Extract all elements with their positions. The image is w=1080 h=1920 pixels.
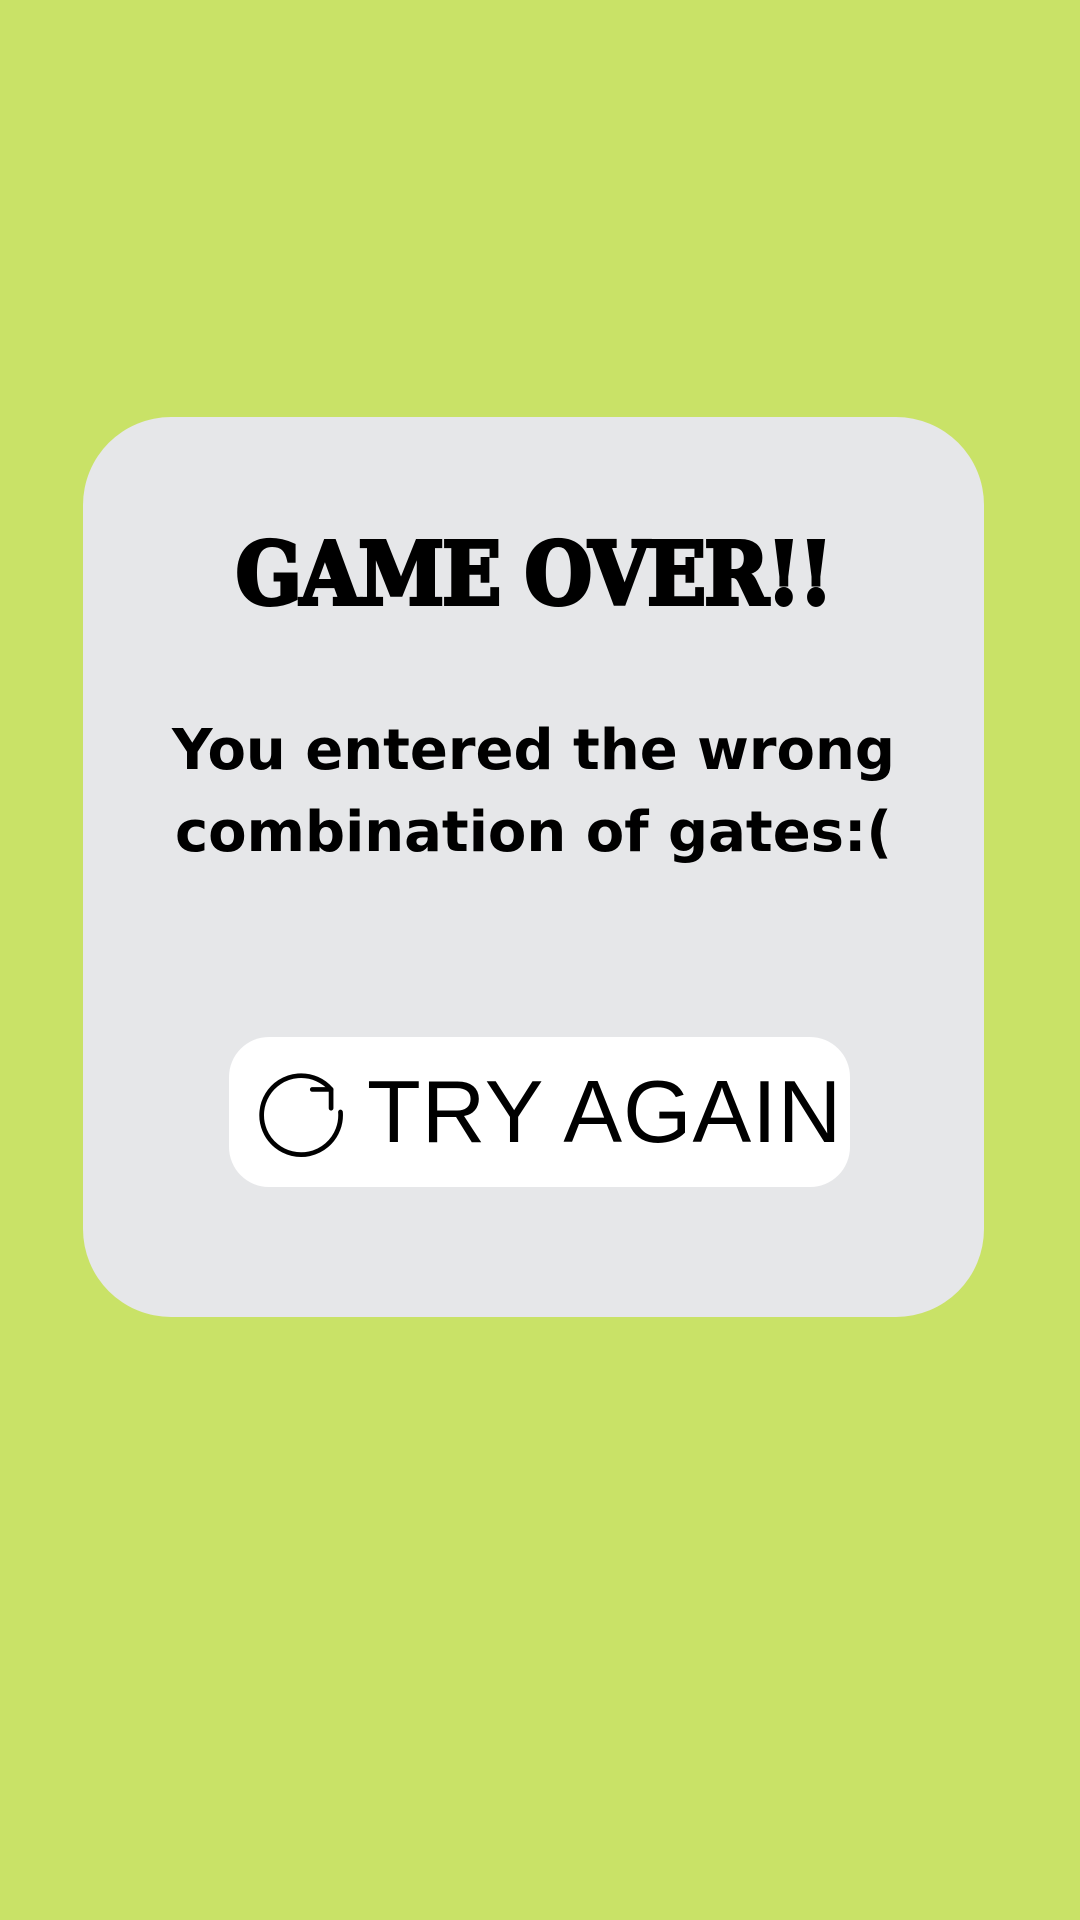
game-over-title: GAME OVER!!	[234, 524, 835, 625]
refresh-icon	[254, 1065, 348, 1159]
game-over-message: You entered the wrong combination of gat…	[172, 718, 895, 865]
try-again-label: TRY AGAIN	[367, 1062, 843, 1161]
game-over-dialog: GAME OVER!! You entered the wrong combin…	[83, 417, 984, 1317]
try-again-button[interactable]: TRY AGAIN	[229, 1037, 850, 1187]
game-over-screen: GAME OVER!! You entered the wrong combin…	[0, 0, 1080, 1920]
